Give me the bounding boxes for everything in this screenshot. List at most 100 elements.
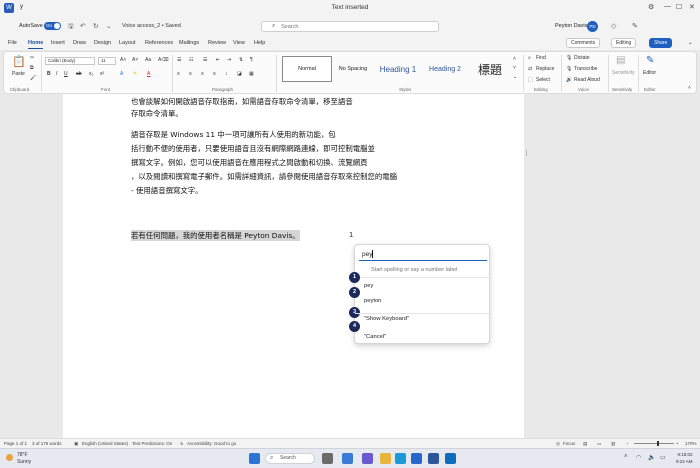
clear-format-icon[interactable]: A⌫ [158, 57, 168, 63]
select-label[interactable]: Select [536, 77, 550, 83]
style-title[interactable]: 標題 [470, 56, 510, 82]
word-count[interactable]: 3 of 176 words [32, 441, 62, 446]
clock[interactable]: 9:15:02 9:22 AM [676, 452, 693, 465]
file-explorer-icon[interactable] [380, 453, 391, 464]
chevron-up-icon[interactable]: ˄ [624, 454, 628, 460]
pen-icon[interactable]: ✎ [632, 22, 638, 30]
settings-icon[interactable]: ⚙ [648, 3, 654, 11]
teams-icon[interactable] [362, 453, 373, 464]
shading-icon[interactable]: ◪ [237, 71, 242, 77]
find-label[interactable]: Find [536, 55, 546, 61]
format-painter-icon[interactable]: 🖌 [30, 75, 36, 81]
customize-qat-icon[interactable]: ⌄ [106, 22, 111, 30]
store-icon[interactable] [411, 453, 422, 464]
text-predictions[interactable]: Text Predictions: On [132, 441, 172, 446]
style-normal[interactable]: Normal [282, 56, 332, 82]
style-heading1[interactable]: Heading 1 [375, 56, 421, 82]
focus-icon[interactable]: ◎ [556, 441, 560, 447]
task-view-icon[interactable] [322, 453, 333, 464]
editor-icon[interactable]: ✎ [646, 55, 654, 66]
tab-design[interactable]: Design [94, 40, 111, 46]
page-count[interactable]: Page 1 of 1 [4, 441, 27, 446]
replace-icon[interactable]: ⇄ [528, 66, 532, 72]
styles-more-icon[interactable]: ⌄ [513, 74, 517, 80]
cut-icon[interactable]: ✂ [30, 55, 34, 61]
tab-help[interactable]: Help [254, 40, 265, 46]
borders-icon[interactable]: ▦ [249, 71, 254, 77]
editing-mode-button[interactable]: Editing [611, 38, 637, 48]
read-aloud-label[interactable]: Read Aloud [574, 77, 600, 83]
print-layout-icon[interactable]: ▭ [597, 441, 601, 447]
change-case-icon[interactable]: Aa [145, 57, 151, 63]
focus-label[interactable]: Focus [563, 441, 575, 446]
option-1[interactable]: 1 [349, 271, 489, 285]
font-color-icon[interactable]: A [147, 71, 150, 77]
tab-draw[interactable]: Draw [73, 40, 86, 46]
bold-icon[interactable]: B [47, 71, 51, 77]
widgets-icon[interactable] [342, 453, 353, 464]
select-icon[interactable]: ⬚ [528, 77, 533, 83]
text-effects-icon[interactable]: A [120, 71, 123, 77]
save-icon[interactable]: 🖫 [68, 22, 74, 33]
search-box[interactable]: ⌕ Search [261, 21, 439, 32]
zoom-in-icon[interactable]: + [676, 441, 679, 446]
show-marks-icon[interactable]: ¶ [250, 57, 253, 63]
dictate-icon[interactable]: 🎙 [566, 55, 572, 61]
align-center-icon[interactable]: ≡ [189, 71, 192, 77]
replace-label[interactable]: Replace [536, 66, 554, 72]
close-button[interactable]: ✕ [689, 3, 695, 11]
zoom-slider-thumb[interactable] [657, 441, 659, 446]
sort-icon[interactable]: ⇅ [239, 57, 243, 63]
read-mode-icon[interactable]: ▤ [583, 441, 587, 447]
decrease-indent-icon[interactable]: ⇤ [216, 57, 220, 63]
tab-review[interactable]: Review [208, 40, 226, 46]
paste-icon[interactable]: 📋 [12, 55, 26, 68]
shrink-font-icon[interactable]: A˅ [132, 57, 138, 63]
minimize-button[interactable]: — [664, 3, 671, 10]
spelling-input[interactable]: pey [359, 249, 487, 261]
volume-icon[interactable]: 🔈 [648, 454, 655, 461]
strikethrough-icon[interactable]: ab [76, 71, 82, 77]
bullets-icon[interactable]: ☰ [177, 57, 181, 63]
dictate-label[interactable]: Dictate [574, 55, 590, 61]
italic-icon[interactable]: I [56, 71, 57, 77]
styles-down-icon[interactable]: ˅ [513, 65, 516, 71]
tab-home[interactable]: Home [28, 40, 44, 49]
transcribe-icon[interactable]: 🎙 [566, 66, 572, 72]
redo-icon[interactable]: ↻ [93, 22, 98, 30]
font-size-box[interactable]: 11 [98, 57, 116, 65]
paste-label[interactable]: Paste [12, 71, 25, 77]
tab-view[interactable]: View [233, 40, 245, 46]
read-aloud-icon[interactable]: 🔊 [566, 77, 572, 83]
start-icon[interactable] [249, 453, 260, 464]
wifi-icon[interactable]: ◠ [636, 454, 641, 461]
style-heading2[interactable]: Heading 2 [423, 56, 467, 82]
sensitivity-label[interactable]: Sensitivity [612, 70, 635, 76]
diamond-icon[interactable]: ◇ [611, 22, 616, 30]
share-button[interactable]: Share [649, 38, 673, 48]
align-left-icon[interactable]: ≡ [177, 71, 180, 77]
copy-icon[interactable]: ⧉ [30, 65, 34, 71]
numbering-icon[interactable]: ☷ [189, 57, 193, 63]
user-name[interactable]: Peyton Davis [555, 23, 587, 29]
font-name-box[interactable]: Calibri (Body) [45, 57, 95, 65]
battery-icon[interactable]: ▭ [660, 454, 666, 461]
sensitivity-icon[interactable]: ▤ [616, 55, 625, 66]
collapse-ribbon-icon[interactable]: ⌄ [688, 40, 693, 46]
tab-references[interactable]: References [145, 40, 173, 46]
multilevel-list-icon[interactable]: ☰ [203, 57, 207, 63]
transcribe-label[interactable]: Transcribe [574, 66, 597, 72]
edge-icon[interactable] [395, 453, 406, 464]
tab-layout[interactable]: Layout [119, 40, 136, 46]
line-spacing-icon[interactable]: ↕ [225, 71, 228, 77]
grow-font-icon[interactable]: A˄ [120, 57, 126, 63]
zoom-out-icon[interactable]: − [626, 441, 629, 446]
document-name[interactable]: Voice access_2 • Saved [122, 23, 181, 29]
find-icon[interactable]: ⌕ [528, 55, 531, 61]
zoom-slider[interactable] [634, 443, 674, 444]
taskbar-search[interactable]: ⌕ Search [265, 453, 315, 464]
option-cancel[interactable]: "Cancel" [355, 331, 489, 345]
maximize-button[interactable]: ☐ [676, 3, 682, 11]
tab-insert[interactable]: Insert [51, 40, 65, 46]
increase-indent-icon[interactable]: ⇥ [227, 57, 231, 63]
